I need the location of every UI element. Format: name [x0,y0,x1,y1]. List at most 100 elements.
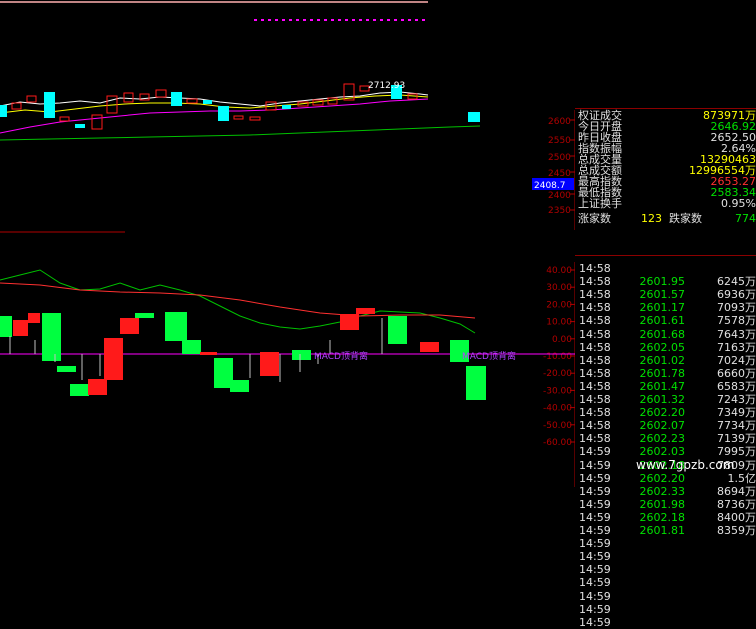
down-count-label: 跌家数 [669,211,702,227]
candles-top [0,84,480,129]
tick-row: 14:59 [575,590,756,603]
tick-volume: 7024万 [686,354,756,367]
tick-volume: 6660万 [686,367,756,380]
tick-time: 14:59 [579,511,611,524]
indicator-axis: 40.0030.0020.0010.000.00-10.00-20.00-30.… [543,266,575,448]
candle [171,92,182,106]
tick-volume: 7093万 [686,301,756,314]
tick-row: 14:592602.188400万 [575,511,756,524]
indicator-bar [104,338,123,380]
indicator-bar [42,313,61,361]
candle [282,105,291,109]
price-axis-2450: 2450 [548,169,571,179]
tick-volume: 6936万 [686,288,756,301]
price-axis-2400: 2400 [548,191,571,201]
indicator-axis-label: 10.00 [546,318,572,328]
indicator-axis-label: 30.00 [546,283,572,293]
tick-time: 14:59 [579,459,611,472]
watermark-text: www.7gpzb.com [636,458,734,472]
tick-volume: 7243万 [686,393,756,406]
stat-value: 0.95% [721,198,756,209]
tick-price: 2602.05 [631,341,685,354]
indicator-bar [420,342,439,352]
tick-price: 2602.20 [631,406,685,419]
tick-row: 14:59 [575,550,756,563]
indicator-axis-label: -30.00 [543,386,572,396]
indicator-bar [57,366,76,372]
tick-time: 14:59 [579,563,611,576]
candlestick-chart-area[interactable]: 2600 2550 2500 2450 2408.7 2400 2350 [0,0,575,487]
tick-time: 14:58 [579,393,611,406]
tick-price: 2601.78 [631,367,685,380]
tick-price: 2601.57 [631,288,685,301]
tick-row: 14:582601.786660万 [575,367,756,380]
tick-row: 14:59 [575,616,756,629]
candle [27,96,36,102]
candle [187,99,197,103]
tick-row: 14:59 [575,603,756,616]
indicator-bar [230,380,249,392]
tick-row: 14:58 2602.207349万 [575,406,756,419]
indicator-bar [356,308,375,314]
indicator-bar [466,366,486,400]
tick-volume: 6583万 [686,380,756,393]
indicator-bar [340,314,359,330]
indicator-bar [135,313,154,318]
stat-label: 上证换手 [578,198,622,209]
tick-row: 14:582601.687643万 [575,328,756,341]
tick-time: 14:59 [579,524,611,537]
tick-row: 14:59 2601.818359万 [575,524,756,537]
candle [124,93,133,102]
tick-volume: 7734万 [686,419,756,432]
updown-row: 涨家数 123 跌家数 774 [575,211,756,227]
indicator-axis-label: -40.00 [543,404,572,414]
tick-time: 14:58 [579,406,611,419]
tick-time: 14:58 [579,262,611,275]
tick-row: 14:58 2601.327243万 [575,393,756,406]
tick-volume: 7578万 [686,314,756,327]
tick-price: 2601.95 [631,275,685,288]
indicator-bar [0,316,12,337]
tick-time: 14:59 [579,472,611,485]
tick-price: 2601.68 [631,328,685,341]
indicator-bar [88,379,107,395]
tick-time: 14:58 [579,328,611,341]
tick-row: 14:59 [575,537,756,550]
indicator-axis-label: -60.00 [543,438,572,448]
up-count-label: 涨家数 [578,211,611,227]
indicator-red-line [0,283,475,318]
tick-volume: 7163万 [686,341,756,354]
candle [328,98,337,104]
tick-volume: 6245万 [686,275,756,288]
tick-volume: 8359万 [686,524,756,537]
indicator-bar [13,320,28,336]
indicator-bar [28,313,40,323]
candle [0,105,7,117]
tick-price: 2601.17 [631,301,685,314]
current-price-label: 2408.7 [534,181,566,191]
tick-volume: 7349万 [686,406,756,419]
indicator-bar [70,384,89,396]
indicator-bar [120,318,139,334]
tick-price: 2601.32 [631,393,685,406]
indicator-axis-label: -20.00 [543,369,572,379]
tick-price: 2601.61 [631,314,685,327]
indicator-bar [292,350,311,360]
candle [218,106,229,121]
tick-volume: 8736万 [686,498,756,511]
tick-time: 14:59 [579,445,611,458]
tick-row: 14:592601.988736万 [575,498,756,511]
tick-row: 14:582602.057163万 [575,341,756,354]
tick-time: 14:58 [579,419,611,432]
candle [468,112,480,122]
candle [75,124,85,128]
indicator-bar [200,352,217,355]
tick-price: 2601.81 [631,524,685,537]
tick-row: 14:582601.617578万 [575,314,756,327]
tick-row: 14:582601.576936万 [575,288,756,301]
price-axis-2500: 2500 [548,153,571,163]
indicator-bar [260,352,279,376]
up-count-value: 123 [641,211,662,227]
tick-time: 14:58 [579,354,611,367]
indicator-axis-label: 0.00 [552,335,572,345]
